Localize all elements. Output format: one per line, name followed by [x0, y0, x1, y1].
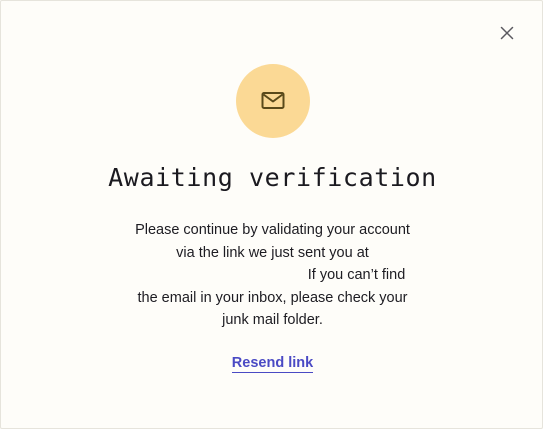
message-line-3: If you can’t find: [101, 264, 444, 287]
mail-icon-badge: [236, 64, 310, 138]
message-line-3-suffix: If you can’t find: [307, 267, 406, 283]
close-icon[interactable]: [497, 23, 517, 43]
redacted-email: [140, 268, 304, 282]
message-line-5: junk mail folder.: [222, 312, 323, 328]
resend-link[interactable]: Resend link: [231, 355, 314, 373]
verification-message: Please continue by validating your accou…: [101, 219, 444, 332]
message-line-4: the email in your inbox, please check yo…: [137, 289, 408, 306]
message-line-1: Please continue by validating your accou…: [135, 222, 410, 238]
dialog-title: Awaiting verification: [108, 163, 437, 192]
resend-container: Resend link: [1, 353, 543, 373]
message-line-2: via the link we just sent you at: [176, 244, 369, 261]
verification-dialog: Awaiting verification Please continue by…: [0, 0, 543, 429]
mail-icon: [261, 92, 285, 109]
